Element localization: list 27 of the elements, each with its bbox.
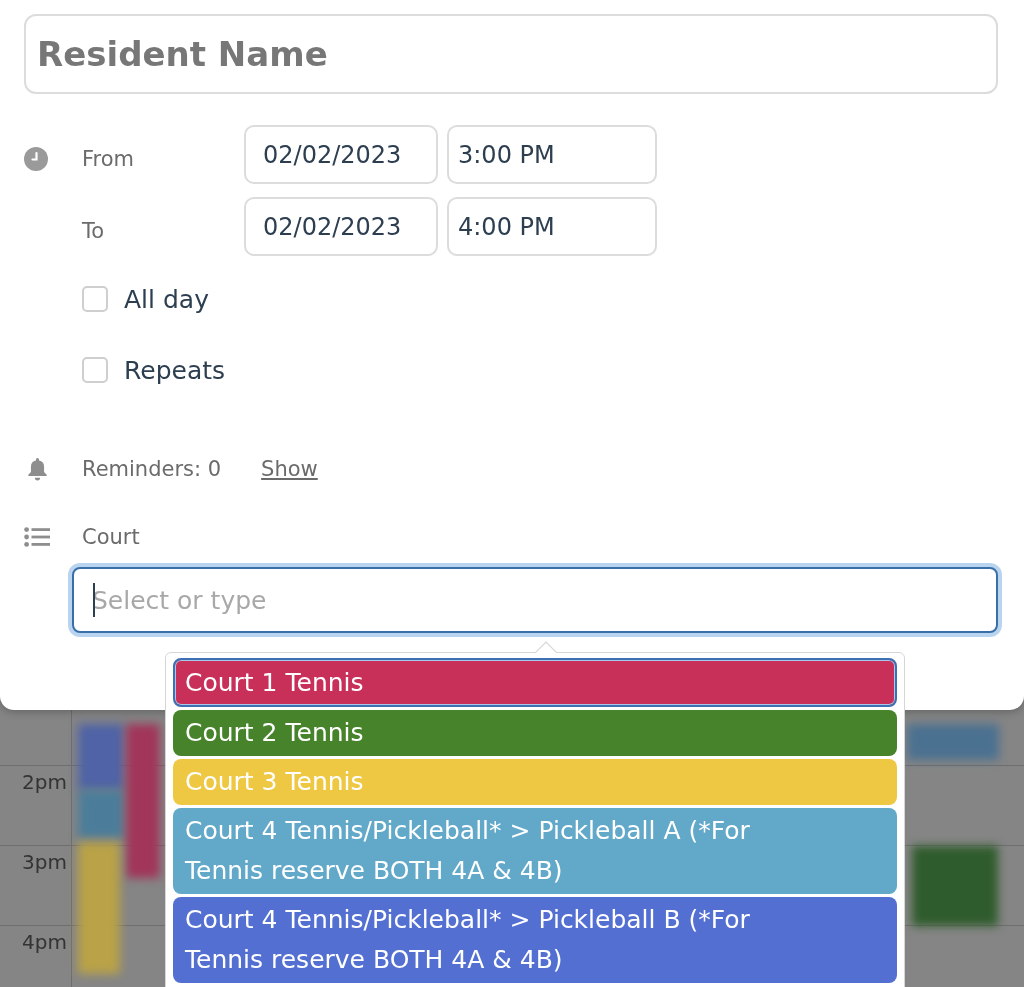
court-label: Court — [82, 525, 140, 549]
time-label: 2pm — [22, 770, 67, 794]
time-label: From — [82, 145, 135, 171]
clock-icon — [24, 146, 48, 171]
blurred-event-block — [78, 790, 124, 838]
text-cursor — [93, 583, 95, 617]
bell-icon — [27, 456, 48, 482]
resident-name-field[interactable]: Resident Name — [24, 14, 998, 94]
time-field[interactable]: 4:00 PM — [447, 197, 657, 256]
list-icon — [24, 527, 50, 547]
dropdown-option[interactable]: Court 1 Tennis — [173, 658, 897, 707]
checkbox-label: All day — [124, 284, 209, 314]
checkbox-label: Repeats — [124, 355, 226, 385]
time-label: 4pm — [22, 930, 67, 954]
time-field[interactable]: 3:00 PM — [447, 125, 657, 184]
time-label: 3pm — [22, 850, 67, 874]
blurred-event-block — [78, 724, 124, 790]
date-field[interactable]: 02/02/2023 — [244, 197, 438, 256]
dropdown-option[interactable]: Court 4 Tennis/Pickleball* > Pickleball B (*For Tennis reserve BOTH 4A & 4B) — [173, 897, 897, 983]
date-field[interactable]: 02/02/2023 — [244, 125, 438, 184]
reminders-count: Reminders: 0 — [82, 457, 222, 481]
checkbox[interactable] — [82, 357, 108, 383]
dropdown-option[interactable]: Court 2 Tennis — [173, 710, 897, 756]
show-reminders-link[interactable]: Show — [261, 457, 318, 481]
checkbox[interactable] — [82, 286, 108, 312]
court-select-field[interactable]: Select or type — [72, 567, 998, 633]
time-label: To — [82, 217, 105, 243]
